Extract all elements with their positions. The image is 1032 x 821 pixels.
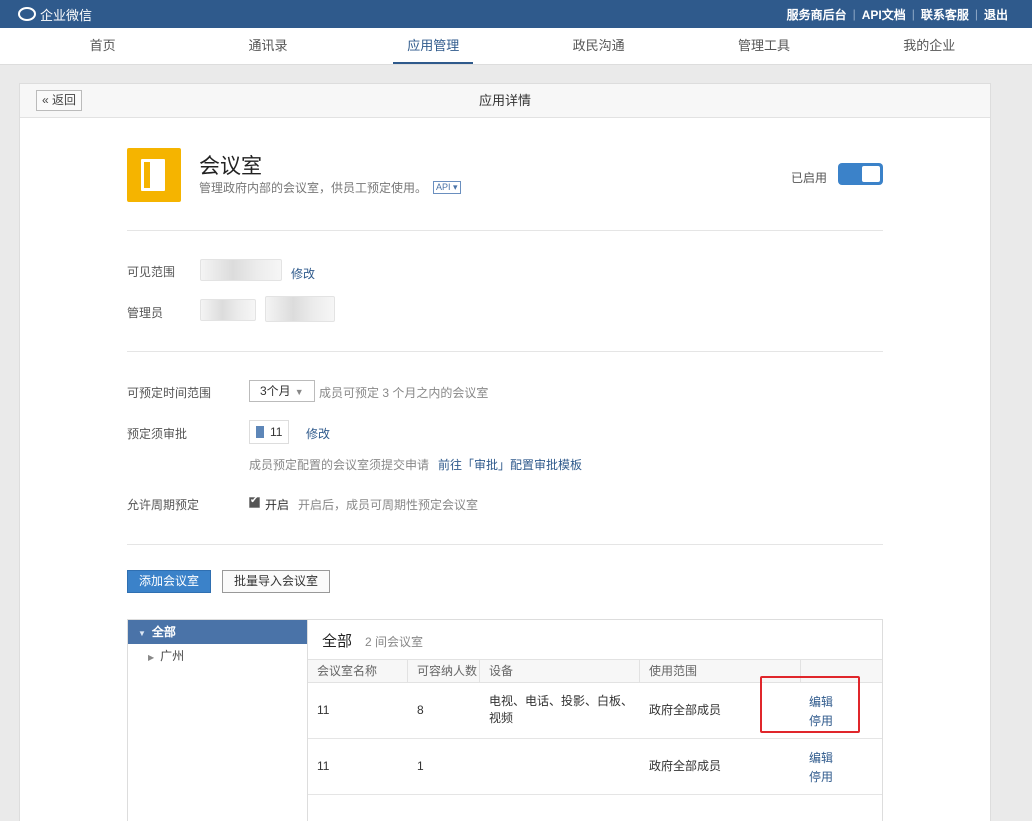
admin-chip — [265, 296, 335, 322]
nav-app-management[interactable]: 应用管理 — [393, 28, 474, 64]
recurring-option: 开启 — [265, 498, 290, 512]
api-docs-link[interactable]: API文档 — [856, 6, 912, 23]
booking-range-select[interactable]: 3个月 ▼ — [249, 380, 315, 402]
disable-room-link[interactable]: 停用 — [809, 768, 833, 785]
service-provider-link[interactable]: 服务商后台 — [781, 6, 853, 23]
logout-link[interactable]: 退出 — [978, 6, 1014, 23]
recurring-hint: 开启后，成员可周期性预定会议室 — [298, 498, 479, 512]
wecom-logo-icon — [18, 7, 36, 21]
booking-range-label: 可预定时间范围 — [127, 386, 212, 400]
edit-room-link[interactable]: 编辑 — [809, 693, 833, 710]
recurring-label: 允许周期预定 — [127, 498, 200, 512]
room-equipment: 电视、电话、投影、白板、 — [489, 694, 634, 708]
tree-item-label: 广州 — [160, 649, 185, 663]
edit-room-link[interactable]: 编辑 — [809, 749, 833, 766]
brand-logo[interactable]: 企业微信 — [18, 5, 92, 24]
tree-item-label: 全部 — [151, 625, 176, 639]
nav-citizen-communication[interactable]: 政民沟通 — [559, 28, 639, 64]
card-header: « 返回 应用详情 — [20, 84, 990, 118]
contact-support-link[interactable]: 联系客服 — [915, 6, 975, 23]
table-row: 11 8 电视、电话、投影、白板、 视频 政府全部成员 编辑 停用 — [308, 683, 882, 739]
approval-edit-link[interactable]: 修改 — [306, 425, 330, 442]
approver-name: 11 — [270, 425, 283, 439]
back-button[interactable]: « 返回 — [36, 90, 83, 111]
nav-contacts[interactable]: 通讯录 — [228, 28, 308, 64]
room-capacity: 1 — [417, 759, 424, 773]
room-scope: 政府全部成员 — [649, 703, 722, 717]
tree-item-guangzhou[interactable]: ▶ 广州 — [128, 644, 307, 668]
approval-hint: 成员预定配置的会议室须提交申请 — [249, 458, 430, 472]
col-equipment: 设备 — [480, 660, 640, 682]
room-location-tree: ▼ 全部 ▶ 广州 — [127, 619, 307, 821]
enable-toggle[interactable] — [838, 163, 883, 185]
top-links: 服务商后台 | API文档 | 联系客服 | 退出 — [781, 6, 1014, 23]
room-scope: 政府全部成员 — [649, 759, 722, 773]
booking-range-hint: 成员可预定 3 个月之内的会议室 — [319, 386, 489, 400]
rooms-panel-title: 全部 — [322, 633, 353, 650]
toggle-knob — [862, 166, 880, 182]
divider — [127, 351, 883, 352]
visibility-scope-chip — [200, 259, 282, 281]
top-bar: 企业微信 服务商后台 | API文档 | 联系客服 | 退出 — [0, 0, 1032, 28]
status-label: 已启用 — [790, 171, 827, 185]
page-title: 应用详情 — [478, 93, 531, 108]
approver-chip: 11 — [249, 420, 290, 444]
app-header: 会议室 管理政府内部的会议室，供员工预定使用。 API ▾ 已启用 — [127, 148, 883, 228]
caret-right-icon: ▶ — [148, 653, 155, 662]
door-icon — [256, 426, 264, 438]
admin-chip — [200, 299, 256, 321]
room-capacity: 8 — [417, 703, 424, 717]
divider — [127, 230, 883, 231]
room-equipment: 视频 — [489, 711, 514, 725]
col-room-name: 会议室名称 — [308, 660, 408, 682]
approval-label: 预定须审批 — [127, 427, 188, 441]
nav-my-enterprise[interactable]: 我的企业 — [889, 28, 969, 64]
room-name: 11 — [317, 759, 330, 773]
add-room-button[interactable]: 添加会议室 — [127, 570, 212, 593]
app-description: 管理政府内部的会议室，供员工预定使用。 API ▾ — [199, 179, 461, 196]
admins-label: 管理员 — [127, 306, 164, 320]
table-header: 会议室名称 可容纳人数 设备 使用范围 — [308, 659, 882, 683]
api-tag[interactable]: API ▾ — [433, 181, 461, 194]
rooms-count: 2 间会议室 — [365, 635, 424, 649]
disable-room-link[interactable]: 停用 — [809, 712, 833, 729]
table-row: 11 1 政府全部成员 编辑 停用 — [308, 739, 882, 795]
room-name: 11 — [317, 703, 330, 717]
nav-home[interactable]: 首页 — [63, 28, 143, 64]
import-rooms-button[interactable]: 批量导入会议室 — [222, 570, 331, 593]
col-scope: 使用范围 — [640, 660, 801, 682]
app-detail-card: « 返回 应用详情 会议室 管理政府内部的会议室，供员工预定使用。 API ▾ … — [19, 83, 991, 821]
door-icon — [141, 159, 165, 191]
app-description-text: 管理政府内部的会议室，供员工预定使用。 — [199, 181, 428, 195]
col-capacity: 可容纳人数 — [408, 660, 480, 682]
main-nav: 首页 通讯录 应用管理 政民沟通 管理工具 我的企业 — [0, 28, 1032, 65]
tree-item-all[interactable]: ▼ 全部 — [128, 620, 307, 644]
caret-down-icon: ▼ — [294, 387, 304, 397]
divider — [127, 544, 883, 545]
approval-template-link[interactable]: 前往「审批」配置审批模板 — [438, 456, 582, 473]
visibility-edit-link[interactable]: 修改 — [291, 265, 315, 282]
caret-down-icon: ▼ — [138, 629, 146, 638]
app-icon — [127, 148, 181, 202]
brand-name: 企业微信 — [40, 7, 93, 23]
booking-range-value: 3个月 — [260, 384, 291, 398]
app-name: 会议室 — [199, 155, 262, 178]
nav-management-tools[interactable]: 管理工具 — [724, 28, 804, 64]
visibility-label: 可见范围 — [127, 265, 176, 279]
recurring-checkbox[interactable] — [249, 495, 260, 508]
rooms-table-panel: 全部 2 间会议室 会议室名称 可容纳人数 设备 使用范围 11 8 电视、电话… — [307, 619, 883, 821]
